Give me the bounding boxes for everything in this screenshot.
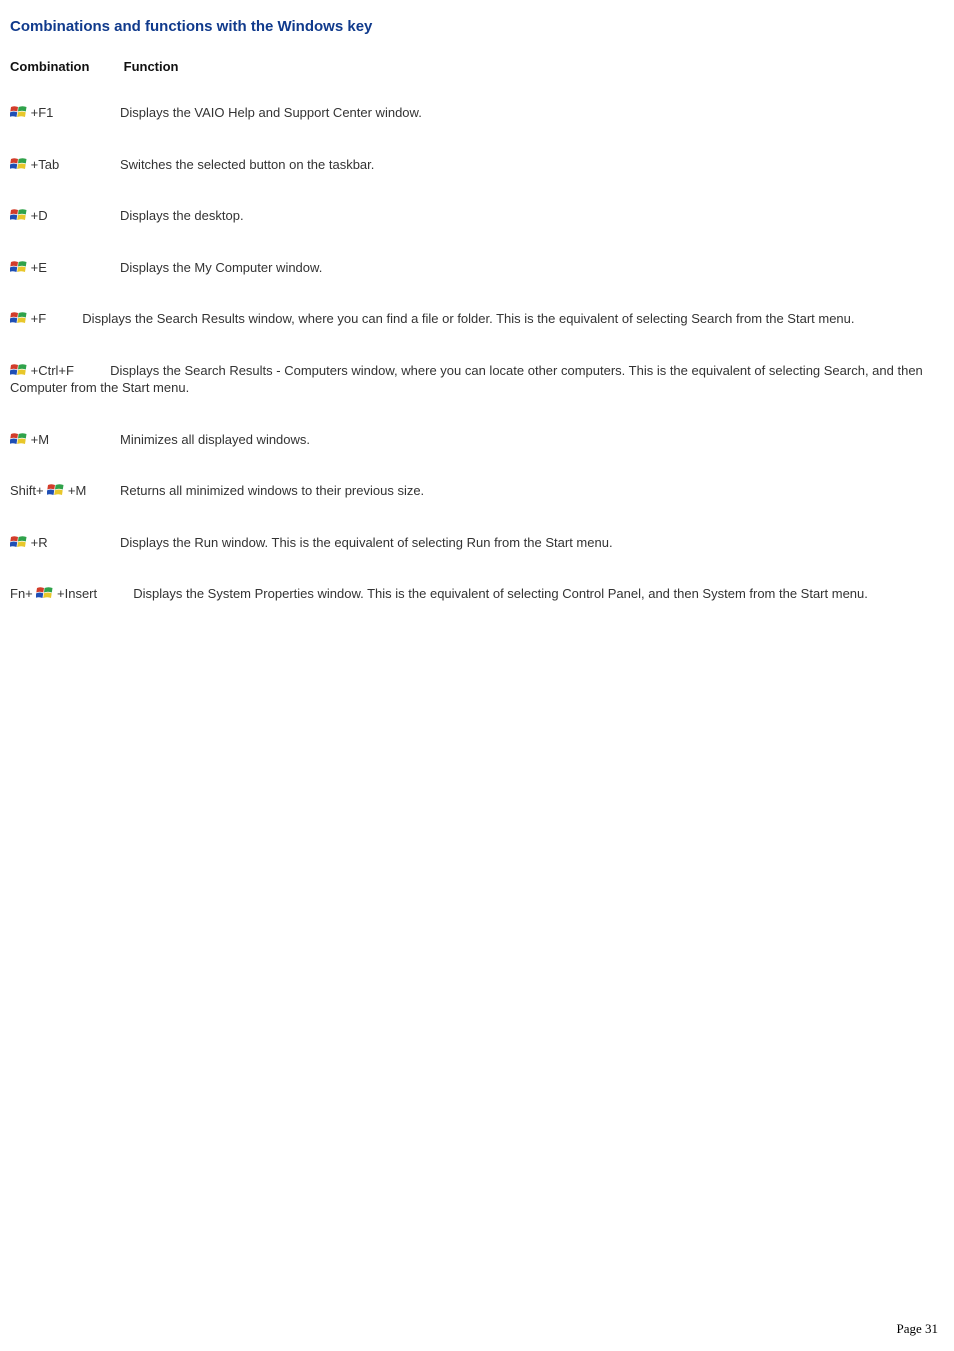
combo-prefix: Shift+ — [10, 483, 44, 498]
function-text: Displays the Search Results - Computers … — [10, 363, 923, 396]
combo-suffix: +M — [68, 483, 86, 498]
shortcut-row: +F Displays the Search Results window, w… — [10, 310, 944, 328]
shortcut-row: +F1 Displays the VAIO Help and Support Ce… — [10, 104, 944, 122]
combo-suffix: +E — [31, 260, 47, 275]
windows-key-icon — [10, 105, 27, 120]
combo-suffix: +F1 — [31, 105, 54, 120]
function-text: Displays the Run window. This is the equ… — [120, 535, 613, 550]
shortcut-row: +R Displays the Run window. This is the e… — [10, 534, 944, 552]
windows-key-icon — [10, 363, 27, 378]
combo-suffix: +F — [31, 311, 47, 326]
header-function: Function — [124, 59, 179, 74]
entries-container: +F1 Displays the VAIO Help and Support Ce… — [10, 104, 944, 603]
combo-suffix: +D — [31, 208, 48, 223]
combo-suffix: +Ctrl+F — [31, 363, 74, 378]
function-text: Displays the System Properties window. T… — [133, 586, 868, 601]
page-title: Combinations and functions with the Wind… — [10, 18, 944, 35]
combination-cell: +Tab — [10, 156, 120, 174]
combination-cell: +E — [10, 259, 120, 277]
column-headers: Combination Function — [10, 59, 944, 74]
windows-key-icon — [36, 586, 53, 601]
windows-key-icon — [10, 208, 27, 223]
combo-suffix: +Tab — [31, 157, 60, 172]
combination-cell: +F1 — [10, 104, 120, 122]
combo-suffix: +R — [31, 535, 48, 550]
function-text: Displays the Search Results window, wher… — [82, 311, 854, 326]
combo-prefix: Fn+ — [10, 586, 33, 601]
shortcut-row: +E Displays the My Computer window. — [10, 259, 944, 277]
shortcut-row: +D Displays the desktop. — [10, 207, 944, 225]
windows-key-icon — [10, 311, 27, 326]
function-text: Minimizes all displayed windows. — [120, 432, 310, 447]
windows-key-icon — [10, 157, 27, 172]
combo-suffix: +M — [31, 432, 49, 447]
function-text: Displays the desktop. — [120, 208, 244, 223]
combination-cell: +D — [10, 207, 120, 225]
function-text: Displays the My Computer window. — [120, 260, 322, 275]
header-combination: Combination — [10, 59, 120, 74]
combination-cell: +R — [10, 534, 120, 552]
function-text: Returns all minimized windows to their p… — [120, 483, 424, 498]
combo-suffix: +Insert — [57, 586, 97, 601]
page-number: Page 31 — [896, 1321, 938, 1337]
shortcut-row: +Tab Switches the selected button on the … — [10, 156, 944, 174]
windows-key-icon — [10, 432, 27, 447]
function-text: Switches the selected button on the task… — [120, 157, 374, 172]
windows-key-icon — [47, 483, 64, 498]
windows-key-icon — [10, 260, 27, 275]
combination-cell: +M — [10, 431, 120, 449]
shortcut-row: Fn+ +Insert Displays the System Properti… — [10, 585, 944, 603]
function-text: Displays the VAIO Help and Support Cente… — [120, 105, 422, 120]
shortcut-row: +M Minimizes all displayed windows. — [10, 431, 944, 449]
shortcut-row: +Ctrl+F Displays the Search Results - Co… — [10, 362, 944, 397]
combination-cell: Shift+ +M — [10, 482, 120, 500]
windows-key-icon — [10, 535, 27, 550]
shortcut-row: Shift+ +MReturns all minimized windows t… — [10, 482, 944, 500]
